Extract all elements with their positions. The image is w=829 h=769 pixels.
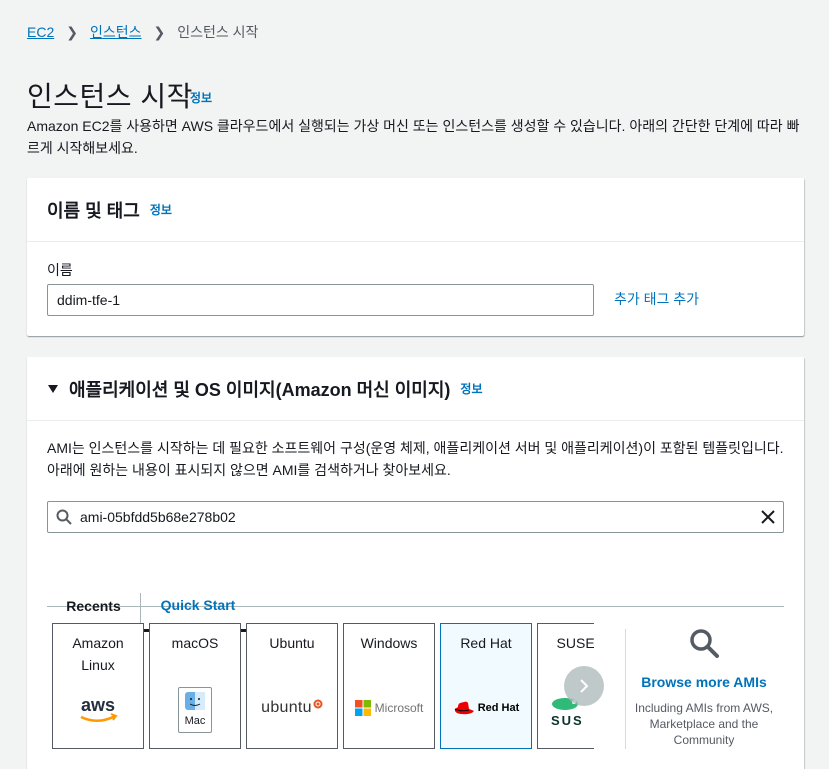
breadcrumb-current: 인스턴스 시작 xyxy=(177,24,259,40)
card-title: Ubuntu xyxy=(269,635,315,651)
breadcrumb-instances-link[interactable]: 인스턴스 xyxy=(90,22,142,42)
ami-search-input[interactable]: ami-05bfdd5b68e278b02 xyxy=(47,501,784,533)
card-title: Amazon Linux xyxy=(72,635,124,673)
name-label: 이름 xyxy=(47,262,73,278)
ami-card-amazon-linux[interactable]: Amazon Linux aws xyxy=(52,623,144,749)
carousel-next-button[interactable] xyxy=(564,666,604,706)
chevron-right-icon xyxy=(580,679,589,693)
add-additional-tags-link[interactable]: 추가 태그 추가 xyxy=(614,289,699,309)
browse-more-amis-link[interactable]: Browse more AMIs xyxy=(634,674,774,690)
ami-title: 애플리케이션 및 OS 이미지(Amazon 머신 이미지) xyxy=(69,379,451,400)
name-input[interactable]: ddim-tfe-1 xyxy=(47,284,594,316)
ami-card-redhat[interactable]: Red Hat Red Hat xyxy=(440,623,532,749)
clear-icon[interactable] xyxy=(761,510,775,524)
ami-header[interactable]: 애플리케이션 및 OS 이미지(Amazon 머신 이미지) 정보 xyxy=(27,357,804,421)
ami-description: AMI는 인스턴스를 시작하는 데 필요한 소프트웨어 구성(운영 체제, 애플… xyxy=(47,440,784,478)
page-description: Amazon EC2를 사용하면 AWS 클라우드에서 실행되는 가상 머신 또… xyxy=(27,118,800,156)
mac-logo-icon: Mac xyxy=(150,686,240,734)
caret-down-icon[interactable] xyxy=(47,384,59,394)
ami-search-value: ami-05bfdd5b68e278b02 xyxy=(80,509,236,525)
ami-tabs: Recents Quick Start xyxy=(47,581,784,632)
browse-more-amis[interactable]: Browse more AMIs Including AMIs from AWS… xyxy=(634,627,774,748)
microsoft-logo-icon: Microsoft xyxy=(344,688,434,728)
ami-card-macos[interactable]: macOS Mac xyxy=(149,623,241,749)
name-tags-panel: 이름 및 태그 정보 이름 ddim-tfe-1 추가 태그 추가 xyxy=(27,178,804,336)
chevron-right-icon: ❯ xyxy=(66,23,78,40)
card-title: Red Hat xyxy=(460,635,512,651)
card-title: macOS xyxy=(171,635,219,651)
breadcrumb-ec2-link[interactable]: EC2 xyxy=(27,24,54,40)
name-tags-header: 이름 및 태그 정보 xyxy=(27,178,804,242)
name-tags-title: 이름 및 태그 xyxy=(47,200,140,221)
card-title: Windows xyxy=(360,635,418,651)
page-title: 인스턴스 시작 xyxy=(27,81,193,112)
ami-info-link[interactable]: 정보 xyxy=(460,380,482,397)
chevron-right-icon: ❯ xyxy=(153,23,166,40)
browse-more-amis-description: Including AMIs from AWS, Marketplace and… xyxy=(634,701,774,747)
card-title: SUSE Li xyxy=(556,635,594,651)
search-icon xyxy=(688,627,720,664)
ami-panel: 애플리케이션 및 OS 이미지(Amazon 머신 이미지) 정보 AMI는 인… xyxy=(27,357,804,769)
ami-card-windows[interactable]: Windows Microsoft xyxy=(343,623,435,749)
aws-logo-icon: aws xyxy=(53,690,143,730)
breadcrumb: EC2 ❯ 인스턴스 ❯ 인스턴스 시작 xyxy=(27,22,258,42)
svg-text:aws: aws xyxy=(81,695,115,715)
divider xyxy=(625,629,626,749)
name-input-value: ddim-tfe-1 xyxy=(57,292,121,308)
page-info-link[interactable]: 정보 xyxy=(190,89,212,106)
name-tags-info-link[interactable]: 정보 xyxy=(150,201,172,218)
ami-card-ubuntu[interactable]: Ubuntu ubuntu xyxy=(246,623,338,749)
ubuntu-logo-icon: ubuntu xyxy=(247,688,337,728)
redhat-logo-icon: Red Hat xyxy=(441,688,531,728)
search-icon xyxy=(56,509,72,525)
